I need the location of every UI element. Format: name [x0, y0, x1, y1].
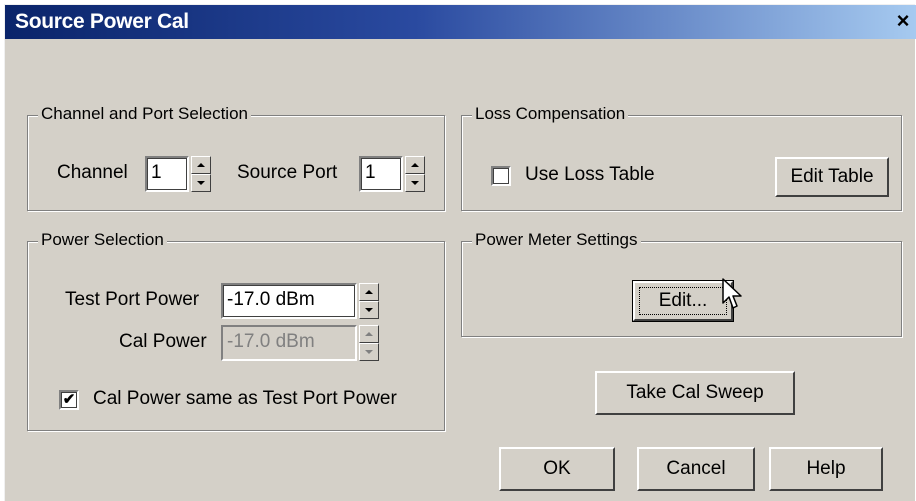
test-port-power-label: Test Port Power — [65, 289, 200, 310]
source-power-cal-dialog: Source Power Cal × Channel and Port Sele… — [4, 4, 916, 501]
channel-port-legend: Channel and Port Selection — [38, 104, 251, 124]
cancel-button[interactable]: Cancel — [637, 447, 755, 491]
chevron-up-icon — [365, 290, 373, 294]
focus-ring — [639, 287, 727, 315]
edit-table-button[interactable]: Edit Table — [775, 157, 889, 197]
ok-button[interactable]: OK — [499, 447, 615, 491]
chevron-down-icon — [365, 308, 373, 312]
cal-power-label: Cal Power — [119, 331, 207, 352]
power-meter-legend: Power Meter Settings — [472, 230, 641, 250]
chevron-up-icon — [365, 332, 373, 336]
channel-spinner — [191, 156, 211, 192]
cal-power-spinner — [359, 325, 379, 361]
channel-spin-down[interactable] — [191, 174, 211, 192]
window-title: Source Power Cal — [15, 10, 189, 33]
test-port-power-spin-up[interactable] — [359, 283, 379, 301]
checkmark-icon: ✔ — [62, 391, 76, 408]
cal-power-input: -17.0 dBm — [221, 325, 357, 361]
test-port-power-input[interactable]: -17.0 dBm — [221, 283, 357, 319]
chevron-down-icon — [365, 350, 373, 354]
cal-power-same-checkbox[interactable]: ✔ — [59, 390, 79, 410]
test-port-power-spinner — [359, 283, 379, 319]
source-port-input[interactable]: 1 — [359, 156, 403, 192]
cal-power-spin-down — [359, 343, 379, 361]
source-port-label: Source Port — [237, 162, 338, 183]
channel-input[interactable]: 1 — [145, 156, 189, 192]
chevron-up-icon — [197, 163, 205, 167]
chevron-down-icon — [197, 181, 205, 185]
take-cal-sweep-button[interactable]: Take Cal Sweep — [595, 371, 795, 415]
title-bar[interactable]: Source Power Cal × — [5, 5, 916, 39]
close-icon[interactable]: × — [892, 9, 914, 33]
source-port-spinner — [405, 156, 425, 192]
test-port-power-spin-down[interactable] — [359, 301, 379, 319]
loss-compensation-legend: Loss Compensation — [472, 104, 629, 124]
cal-power-spin-up — [359, 325, 379, 343]
power-selection-legend: Power Selection — [38, 230, 167, 250]
power-meter-edit-button[interactable]: Edit... — [632, 280, 734, 322]
use-loss-table-checkbox[interactable] — [491, 166, 511, 186]
channel-spin-up[interactable] — [191, 156, 211, 174]
mouse-pointer-icon — [722, 278, 742, 309]
help-button[interactable]: Help — [769, 447, 883, 491]
chevron-down-icon — [411, 181, 419, 185]
source-port-spin-down[interactable] — [405, 174, 425, 192]
cal-power-same-label: Cal Power same as Test Port Power — [93, 388, 397, 409]
use-loss-table-label: Use Loss Table — [525, 164, 655, 185]
source-port-spin-up[interactable] — [405, 156, 425, 174]
chevron-up-icon — [411, 163, 419, 167]
channel-label: Channel — [57, 162, 128, 183]
